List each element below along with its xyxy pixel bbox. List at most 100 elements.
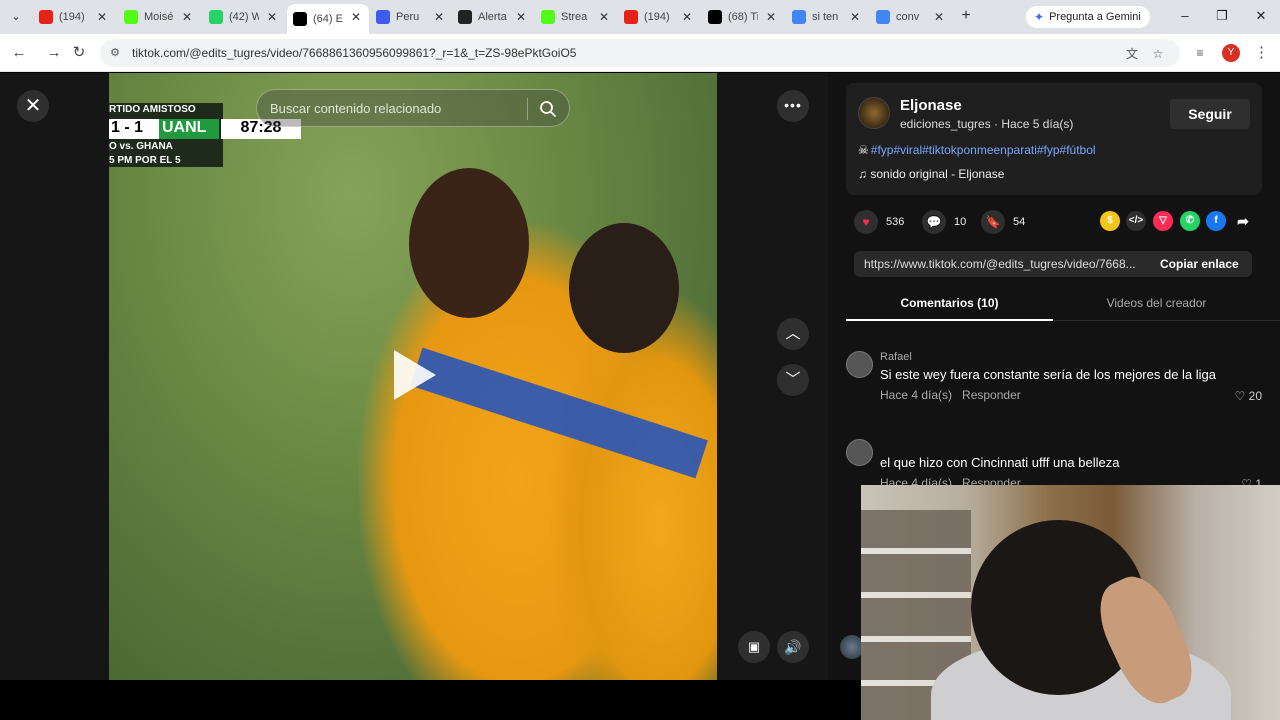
close-tab-icon[interactable]: ✕ [680,10,694,24]
comment-avatar[interactable] [846,439,873,466]
video-area: ✕ RTIDO AMISTOSO 1 - 1 UANL 87:28 O vs. … [0,73,828,680]
browser-tab-title: Peru [396,11,420,23]
browser-tabstrip: ⌄ (194) ✕ Moisé ✕ (42) W ✕ (64) E ✕ Peru ✕ Alerta ✕… [0,0,1280,34]
follow-button[interactable]: Seguir [1170,99,1250,129]
tab-comments[interactable]: Comentarios (10) [846,296,1053,310]
comment-count: 10 [954,216,967,228]
whatsapp-icon[interactable]: ✆ [1180,211,1200,231]
browser-tab[interactable]: (42) W ✕ [203,4,285,30]
video-player[interactable]: RTIDO AMISTOSO 1 - 1 UANL 87:28 O vs. GH… [109,73,717,680]
profile-avatar[interactable]: Y [1222,44,1240,62]
caption-hashtags[interactable]: #fyp#viral#tiktokponmeenparati#fyp#fútbo… [871,143,1096,157]
forward-icon[interactable]: → [44,43,64,63]
kick-icon [124,10,138,24]
close-tab-icon[interactable]: ✕ [848,10,862,24]
close-tab-icon[interactable]: ✕ [597,10,611,24]
gemini-button[interactable]: ✦ Pregunta a Gemini [1026,6,1150,28]
share-arrow-icon[interactable]: ➦ [1233,211,1253,231]
like-action[interactable]: ♥ 536 [854,210,904,234]
browser-tab[interactable]: (68) Ti ✕ [702,4,784,30]
site-info-icon[interactable]: ⚙ [108,46,122,60]
close-video-button[interactable]: ✕ [17,90,49,122]
related-search-input[interactable]: Buscar contenido relacionado [256,89,570,127]
browser-tab[interactable]: (64) E ✕ [287,4,369,34]
media-control-icon[interactable]: ≡ [1192,45,1208,61]
comment-avatar[interactable] [846,351,873,378]
browser-tab[interactable]: Peru ✕ [370,4,452,30]
coin-share-icon[interactable]: $ [1100,211,1120,231]
close-tab-icon[interactable]: ✕ [180,10,194,24]
close-tab-icon[interactable]: ✕ [764,10,778,24]
comment-like-button[interactable]: ♡ 20 [1235,389,1262,403]
browser-tab[interactable]: Strea ✕ [535,4,617,30]
creator-name[interactable]: Eljonase [900,97,962,114]
reply-button[interactable]: Responder [962,388,1021,402]
tiktok-icon [708,10,722,24]
browser-tab-title: si ten [812,11,839,23]
browser-tab[interactable]: (194) ✕ [33,4,115,30]
new-tab-button[interactable]: + [956,6,976,26]
picture-in-picture-icon[interactable]: ▣ [738,631,770,663]
video-link-text[interactable]: https://www.tiktok.com/@edits_tugres/vid… [864,257,1144,271]
close-tab-icon[interactable]: ✕ [95,10,109,24]
next-video-button[interactable]: ﹀ [777,364,809,396]
translate-icon[interactable]: 文 [1124,46,1140,62]
tab-creator-videos[interactable]: Videos del creador [1053,296,1260,310]
comment-meta: Hace 4 día(s) Responder [880,388,1021,402]
volume-icon[interactable]: 🔊 [777,631,809,663]
minimize-icon[interactable]: – [1177,8,1193,23]
browser-tab[interactable]: Alerta ✕ [452,4,534,30]
back-icon[interactable]: ← [9,43,29,63]
bookmark-icon[interactable]: 🔖 [981,210,1005,234]
browser-tab-title: (194) [59,11,85,23]
close-tab-icon[interactable]: ✕ [432,10,446,24]
reload-icon[interactable]: ↻ [69,43,89,63]
close-tab-icon[interactable]: ✕ [932,10,946,24]
facebook-icon[interactable]: f [1206,211,1226,231]
tiktok-icon [293,12,307,26]
close-tab-icon[interactable]: ✕ [514,10,528,24]
search-divider [527,98,528,120]
bookmark-star-icon[interactable]: ☆ [1150,46,1166,62]
browser-tab[interactable]: conv ✕ [870,4,952,30]
repost-icon[interactable]: ▽ [1153,211,1173,231]
sound-link[interactable]: ♫ sonido original - Eljonase [858,167,1004,181]
alert-icon [458,10,472,24]
save-count: 54 [1013,216,1026,228]
heart-icon[interactable]: ♥ [854,210,878,234]
close-tab-icon[interactable]: ✕ [265,10,279,24]
more-options-button[interactable]: ••• [777,90,809,122]
creator-avatar[interactable] [858,97,890,129]
close-window-icon[interactable]: ✕ [1253,8,1269,24]
comment-icon[interactable]: 💬 [922,210,946,234]
search-icon[interactable] [538,99,558,119]
creator-handle-line[interactable]: ediciones_tugres · Hace 5 día(s) [900,117,1073,131]
browser-tab[interactable]: Moisé ✕ [118,4,200,30]
browser-tab[interactable]: (194) ✕ [618,4,700,30]
url-text[interactable]: tiktok.com/@edits_tugres/video/766886136… [132,46,576,60]
scoreboard-team: UANL [159,119,219,139]
play-icon[interactable] [394,350,436,400]
save-action[interactable]: 🔖 54 [981,210,1025,234]
comment-username[interactable]: Rafael [880,351,912,363]
webcam-overlay [861,485,1280,720]
tab-search-icon[interactable]: ⌄ [6,7,26,27]
scoreboard-score: 1 - 1 [109,119,159,139]
scoreboard-time: 5 PM POR EL 5 [109,155,181,166]
comment-text: Si este wey fuera constante sería de los… [880,367,1217,382]
embed-icon[interactable]: </> [1126,211,1146,231]
previous-video-button[interactable]: ︿ [777,318,809,350]
sound-label[interactable]: sonido original - Eljonase [870,167,1004,181]
doc-icon [376,10,390,24]
browser-tab[interactable]: si ten ✕ [786,4,868,30]
comment-action[interactable]: 💬 10 [922,210,966,234]
panel-tabs: Comentarios (10) Videos del creador [846,291,1280,321]
close-tab-icon[interactable]: ✕ [349,10,363,24]
comment-time: Hace 4 día(s) [880,388,953,402]
video-caption[interactable]: ☠ #fyp#viral#tiktokponmeenparati#fyp#fútb… [858,143,1096,157]
copy-link-button[interactable]: Copiar enlace [1160,257,1239,271]
address-bar[interactable]: ⚙ tiktok.com/@edits_tugres/video/7668861… [100,39,1180,67]
browser-menu-icon[interactable]: ⋮ [1254,43,1269,63]
maximize-icon[interactable]: ❐ [1214,8,1230,24]
browser-tab-title: (68) Ti [728,11,758,23]
